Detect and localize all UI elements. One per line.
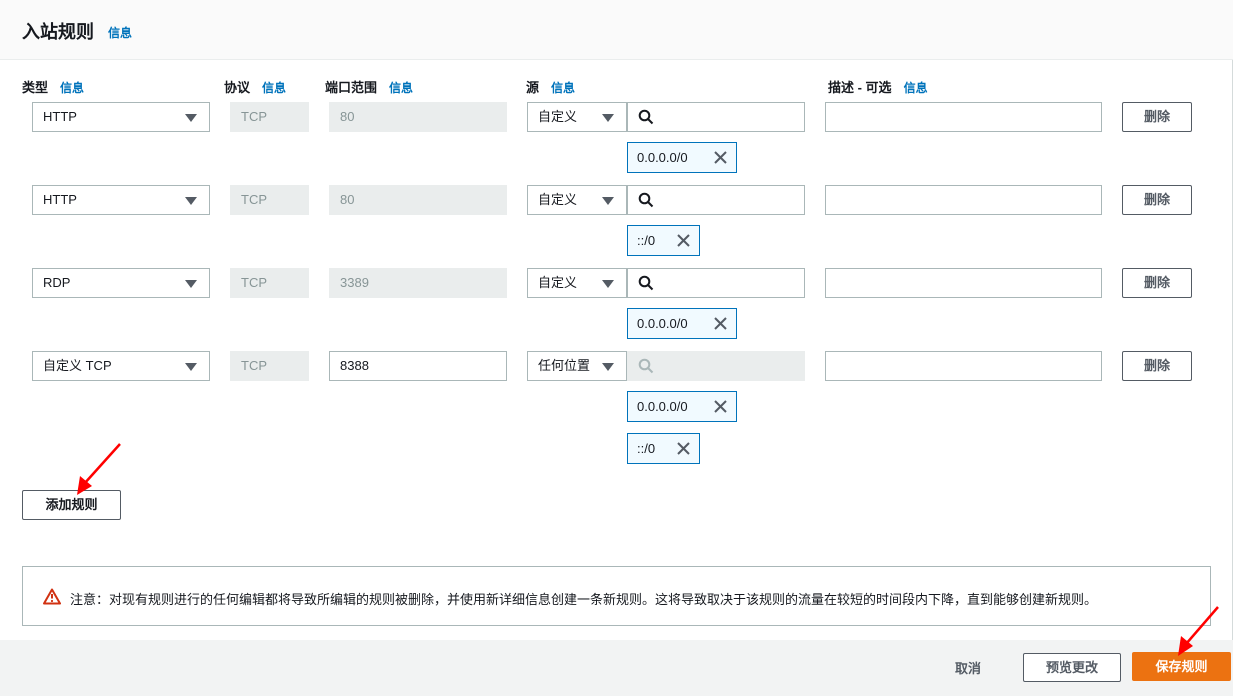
col-label-desc: 描述 - 可选 信息 [828,77,928,96]
panel-header: 入站规则 信息 [0,0,1233,60]
rule-4-type-select[interactable]: 自定义 TCP [32,351,210,381]
rule-2-cidr-token: ::/0 [627,225,700,256]
col-port-info-link[interactable]: 信息 [389,81,413,95]
col-protocol-text: 协议 [224,80,251,95]
col-desc-info-link[interactable]: 信息 [904,81,928,95]
rule-1-source-value: 自定义 [538,109,578,124]
rule-2-desc-input[interactable] [825,185,1102,215]
rule-3-source-value: 自定义 [538,275,578,290]
rule-1-type-value: HTTP [43,109,77,124]
rule-1-protocol-field: TCP [230,102,309,132]
rule-2-protocol-field: TCP [230,185,309,215]
search-icon [638,275,654,291]
rule-3-protocol-field: TCP [230,268,309,298]
caret-down-icon [602,363,614,371]
annotation-arrow-icon [1178,606,1219,656]
rule-1-delete-button[interactable]: 删除 [1122,102,1192,132]
rule-3-port-field: 3389 [329,268,507,298]
col-label-port: 端口范围 信息 [325,77,413,96]
rule-2-port-field: 80 [329,185,507,215]
rule-4-protocol-field: TCP [230,351,309,381]
col-type-text: 类型 [22,80,49,95]
caret-down-icon [602,197,614,205]
rule-1-source-select[interactable]: 自定义 [527,102,627,132]
rule-3-delete-button[interactable]: 删除 [1122,268,1192,298]
search-icon [638,109,654,125]
cancel-button[interactable]: 取消 [955,658,981,677]
warning-icon [43,588,61,605]
col-desc-text: 描述 - 可选 [828,80,892,95]
col-source-text: 源 [526,80,540,95]
rule-1-desc-input[interactable] [825,102,1102,132]
rule-3-desc-input[interactable] [825,268,1102,298]
close-icon[interactable] [676,233,691,248]
rule-4-cidr-search-input [627,351,805,381]
rule-3-source-select[interactable]: 自定义 [527,268,627,298]
col-type-info-link[interactable]: 信息 [60,81,84,95]
rule-2-delete-button[interactable]: 删除 [1122,185,1192,215]
rule-2-source-value: 自定义 [538,192,578,207]
col-label-protocol: 协议 信息 [224,77,286,96]
rule-4-cidr-token-ipv4: 0.0.0.0/0 [627,391,737,422]
token-text: 0.0.0.0/0 [637,316,688,331]
close-icon[interactable] [676,441,691,456]
token-text: 0.0.0.0/0 [637,399,688,414]
rule-3-type-value: RDP [43,275,71,290]
caret-down-icon [602,114,614,122]
rule-4-delete-button[interactable]: 删除 [1122,351,1192,381]
preview-changes-button[interactable]: 预览更改 [1023,653,1121,682]
rule-4-type-value: 自定义 TCP [43,358,112,373]
title-info-link[interactable]: 信息 [108,24,132,41]
footer-bar: 取消 预览更改 保存规则 [0,640,1233,696]
rule-4-port-input[interactable]: 8388 [329,351,507,381]
rule-1-cidr-search-input[interactable] [627,102,805,132]
caret-down-icon [185,363,197,371]
caret-down-icon [185,197,197,205]
caret-down-icon [602,280,614,288]
search-icon [638,192,654,208]
close-icon[interactable] [713,150,728,165]
search-icon [638,358,654,374]
token-text: 0.0.0.0/0 [637,150,688,165]
col-label-type: 类型 信息 [22,77,84,96]
close-icon[interactable] [713,316,728,331]
rule-1-type-select[interactable]: HTTP [32,102,210,132]
col-port-text: 端口范围 [325,80,378,95]
close-icon[interactable] [713,399,728,414]
warning-notice: 注意：对现有规则进行的任何编辑都将导致所编辑的规则被删除，并使用新详细信息创建一… [22,566,1211,626]
rule-1-port-field: 80 [329,102,507,132]
annotation-arrow-icon [77,443,121,495]
caret-down-icon [185,114,197,122]
caret-down-icon [185,280,197,288]
token-text: ::/0 [637,233,656,248]
rule-2-type-value: HTTP [43,192,77,207]
token-text: ::/0 [637,441,656,456]
col-label-source: 源信息 [526,77,575,96]
rule-3-type-select[interactable]: RDP [32,268,210,298]
rule-2-cidr-search-input[interactable] [627,185,805,215]
rule-4-source-value: 任何位置 [538,358,591,373]
inbound-rules-panel: 入站规则 信息 类型 信息 协议 信息 端口范围 信息 源信息 描述 - 可选 信息 H… [0,0,1233,640]
panel-title: 入站规则 [22,22,94,42]
rule-4-cidr-token-ipv6: ::/0 [627,433,700,464]
rule-4-desc-input[interactable] [825,351,1102,381]
rule-1-cidr-token: 0.0.0.0/0 [627,142,737,173]
rule-3-cidr-token: 0.0.0.0/0 [627,308,737,339]
col-protocol-info-link[interactable]: 信息 [262,81,286,95]
rule-2-source-select[interactable]: 自定义 [527,185,627,215]
notice-text: 注意：对现有规则进行的任何编辑都将导致所编辑的规则被删除，并使用新详细信息创建一… [70,592,1098,607]
col-source-info-link[interactable]: 信息 [551,81,575,95]
rule-2-type-select[interactable]: HTTP [32,185,210,215]
rule-3-cidr-search-input[interactable] [627,268,805,298]
rule-4-source-select[interactable]: 任何位置 [527,351,627,381]
